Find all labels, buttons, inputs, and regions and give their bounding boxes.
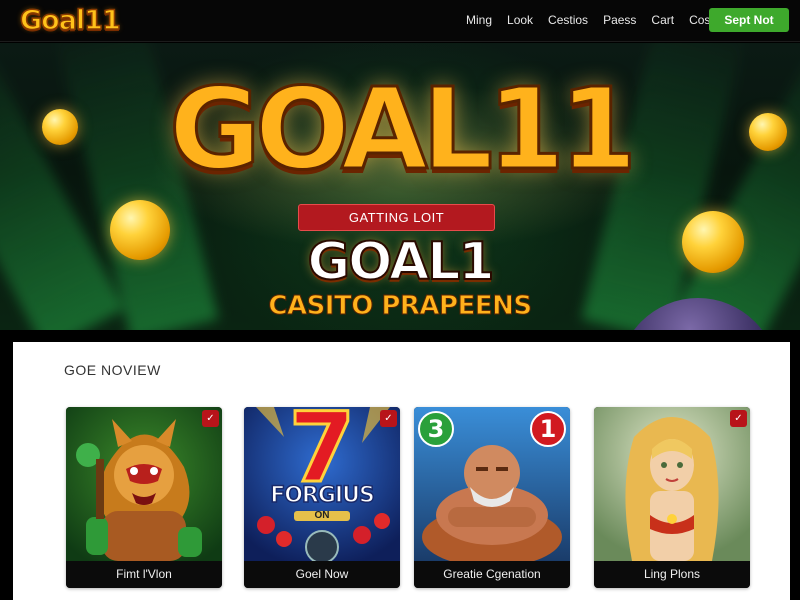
game-card-3[interactable]: 3 1 Greatie Cgenation xyxy=(414,407,570,588)
hero-subtitle: GOAL1 xyxy=(306,232,495,292)
game-card-1[interactable]: ✓ Fimt l'Vlon xyxy=(66,407,222,588)
game-card-2[interactable]: 7 FORGIUS ON ✓ Goel Now xyxy=(244,407,400,588)
heart-icon[interactable]: ✓ xyxy=(730,410,747,427)
brand-logo[interactable]: Goal11 xyxy=(19,4,121,38)
hero-title: GOAL11 xyxy=(167,64,638,197)
hero-badge[interactable]: GATTING LOIT xyxy=(298,204,495,231)
number-badge: 1 xyxy=(530,411,566,447)
hero-tagline: CASITO PRAPEENS xyxy=(268,291,533,322)
nav-link-5[interactable]: Cart xyxy=(651,12,674,28)
cta-button[interactable]: Sept Not xyxy=(709,8,789,32)
nav-link-2[interactable]: Look xyxy=(507,12,533,28)
heart-icon[interactable]: ✓ xyxy=(202,410,219,427)
number-badge: 3 xyxy=(418,411,454,447)
lion-warrior-art xyxy=(66,407,222,561)
golden-goddess-art xyxy=(594,407,750,561)
nav-link-4[interactable]: Paess xyxy=(603,12,636,28)
game-card-4[interactable]: ✓ Ling Plons xyxy=(594,407,750,588)
nav-links: Ming Look Cestios Paess Cart Cost xyxy=(466,12,714,28)
nav-link-3[interactable]: Cestios xyxy=(548,12,588,28)
card-caption: Goel Now xyxy=(244,561,400,588)
card-caption: Greatie Cgenation xyxy=(414,561,570,588)
game-art-subtitle: ON xyxy=(314,510,330,521)
top-nav: Goal11 Ming Look Cestios Paess Cart Cost… xyxy=(0,0,800,42)
hero-banner: GOAL11 GATTING LOIT GOAL1 CASITO PRAPEEN… xyxy=(0,43,800,330)
heart-icon[interactable]: ✓ xyxy=(380,410,397,427)
game-art-title: FORGIUS xyxy=(269,482,375,509)
nav-link-1[interactable]: Ming xyxy=(466,12,492,28)
card-caption: Fimt l'Vlon xyxy=(66,561,222,588)
card-caption: Ling Plons xyxy=(594,561,750,588)
game-overview-section: GOE NOVIEW ✓ Fimt l'Vlon 7 FORGIUS ON ✓ … xyxy=(13,342,790,600)
section-title: GOE NOVIEW xyxy=(64,362,161,378)
